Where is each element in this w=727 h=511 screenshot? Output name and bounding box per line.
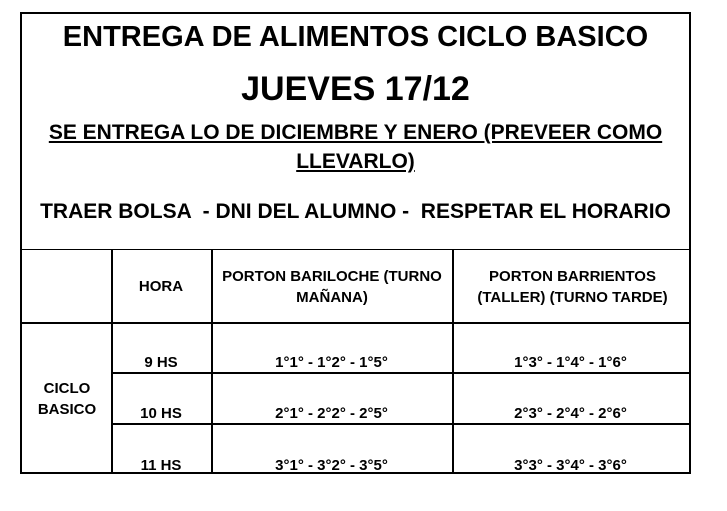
table-row-barrientos: 2°3° - 2°4° - 2°6° — [514, 405, 627, 422]
column-header-bariloche: PORTON BARILOCHE (TURNO MAÑANA) — [222, 268, 442, 306]
table-row-barrientos: 1°3° - 1°4° - 1°6° — [514, 354, 627, 371]
table-row-bariloche: 2°1° - 2°2° - 2°5° — [275, 405, 388, 422]
group-label-ciclo-basico: CICLO BASICO — [37, 380, 97, 418]
notice-title: ENTREGA DE ALIMENTOS CICLO BASICO — [62, 21, 649, 53]
notice-date: JUEVES 17/12 — [241, 70, 470, 108]
notice-requirements: TRAER BOLSA - DNI DEL ALUMNO - RESPETAR … — [40, 200, 671, 223]
table-divider — [22, 322, 689, 324]
table-row-bariloche: 1°1° - 1°2° - 1°5° — [275, 354, 388, 371]
table-row-hora: 10 HS — [140, 405, 182, 422]
table-row-hora: 9 HS — [144, 354, 178, 371]
notice-header: ENTREGA DE ALIMENTOS CICLO BASICO JUEVES… — [22, 14, 689, 250]
column-header-hora: HORA — [138, 278, 184, 295]
notice-frame: ENTREGA DE ALIMENTOS CICLO BASICO JUEVES… — [20, 12, 691, 474]
notice-note: SE ENTREGA LO DE DICIEMBRE Y ENERO (PREV… — [48, 121, 663, 173]
table-row-bariloche: 3°1° - 3°2° - 3°5° — [275, 457, 388, 474]
table-row-hora: 11 HS — [140, 457, 182, 474]
table-row-barrientos: 3°3° - 3°4° - 3°6° — [514, 457, 627, 474]
column-header-barrientos: PORTON BARRIENTOS (TALLER) (TURNO TARDE) — [477, 268, 668, 306]
